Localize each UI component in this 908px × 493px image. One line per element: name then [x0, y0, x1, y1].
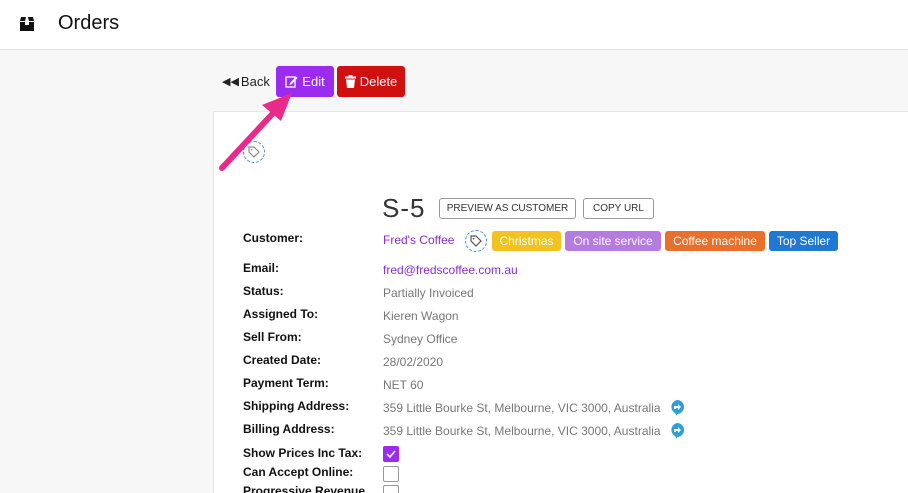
acceptonline-label: Can Accept Online:	[243, 465, 354, 479]
delete-label: Delete	[359, 74, 398, 89]
box-icon	[20, 17, 34, 31]
email-label: Email:	[243, 261, 280, 275]
add-tag-button[interactable]	[243, 141, 265, 163]
created-label: Created Date:	[243, 353, 322, 367]
progressive-revenue-checkbox[interactable]	[383, 485, 399, 493]
created-value: 28/02/2020	[383, 355, 444, 369]
delete-button[interactable]: Delete	[337, 66, 405, 97]
top-bar: Orders	[0, 0, 908, 50]
tag-icon	[470, 235, 482, 247]
customer-label: Customer:	[243, 231, 304, 245]
back-label: Back	[240, 74, 270, 89]
edit-icon	[285, 76, 298, 88]
show-prices-checkbox[interactable]	[383, 446, 399, 462]
tag-on-site-service: On site service	[565, 231, 661, 251]
back-button[interactable]: ◀◀ Back	[222, 74, 270, 89]
customer-tag-button[interactable]	[465, 230, 487, 252]
status-value: Partially Invoiced	[383, 286, 474, 300]
tag-coffee-machine: Coffee machine	[665, 231, 765, 251]
sellfrom-label: Sell From:	[243, 330, 302, 344]
tag-icon	[248, 146, 260, 158]
directions-icon[interactable]	[670, 423, 684, 439]
status-label: Status:	[243, 284, 284, 298]
progressive-label: Progressive Revenue	[243, 484, 366, 493]
term-label: Payment Term:	[243, 376, 329, 390]
tag-christmas: Christmas	[492, 231, 561, 251]
email-link[interactable]: fred@fredscoffee.com.au	[383, 263, 518, 277]
assigned-label: Assigned To:	[243, 307, 319, 321]
trash-icon	[344, 75, 356, 88]
edit-button[interactable]: Edit	[276, 66, 334, 97]
edit-label: Edit	[302, 74, 325, 89]
assigned-value: Kieren Wagon	[383, 309, 459, 323]
copy-url-button[interactable]: COPY URL	[583, 198, 654, 219]
term-value: NET 60	[383, 378, 424, 392]
sellfrom-value: Sydney Office	[383, 332, 458, 346]
shipping-value: 359 Little Bourke St, Melbourne, VIC 300…	[383, 401, 661, 415]
shipping-label: Shipping Address:	[243, 399, 350, 413]
billing-label: Billing Address:	[243, 422, 335, 436]
page-title: Orders	[58, 12, 120, 34]
accept-online-checkbox[interactable]	[383, 466, 399, 482]
tag-top-seller: Top Seller	[769, 231, 838, 251]
double-chevron-left-icon: ◀◀	[222, 76, 239, 88]
order-number: S-5	[382, 193, 426, 223]
directions-icon[interactable]	[670, 400, 684, 416]
check-icon	[386, 450, 396, 458]
billing-value: 359 Little Bourke St, Melbourne, VIC 300…	[383, 424, 661, 438]
showprices-label: Show Prices Inc Tax:	[243, 446, 363, 460]
customer-link[interactable]: Fred's Coffee	[383, 233, 454, 247]
preview-as-customer-button[interactable]: PREVIEW AS CUSTOMER	[439, 198, 576, 219]
